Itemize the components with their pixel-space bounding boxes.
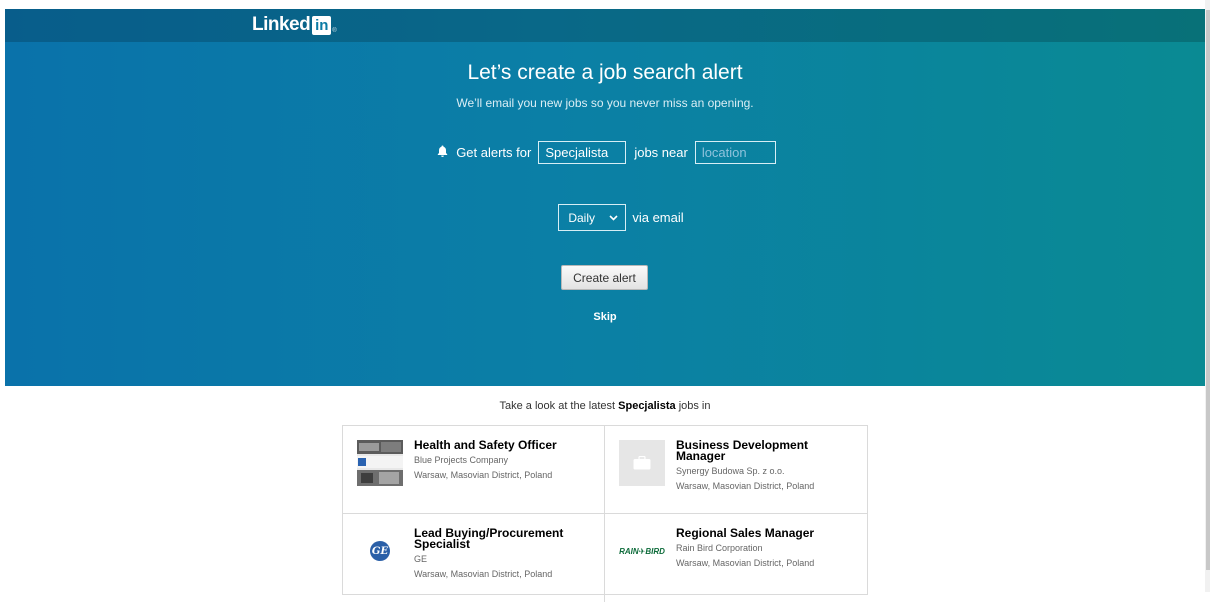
logo-in-badge: in <box>312 15 332 35</box>
job-company: Rain Bird Corporation <box>676 543 763 553</box>
job-company: GE <box>414 554 428 564</box>
jobs-near-label: jobs near <box>634 145 688 160</box>
page-title: Let’s create a job search alert <box>467 61 743 84</box>
rain-bird-logo-text: RAIN✈BIRD <box>619 546 665 556</box>
job-location: Warsaw, Masovian District, Poland <box>676 558 815 568</box>
job-card[interactable]: GE Lead Buying/Procurement Specialist GE… <box>343 514 605 602</box>
job-card[interactable]: Business Development Manager Synergy Bud… <box>605 426 867 514</box>
job-card-info: Lead Buying/Procurement Specialist GE Wa… <box>414 527 594 579</box>
ge-logo: GE <box>357 528 403 574</box>
keyword-input[interactable]: Specjalista <box>538 141 627 164</box>
location-input[interactable]: location <box>694 141 776 164</box>
bell-icon <box>437 145 448 160</box>
chevron-down-icon <box>609 212 618 224</box>
job-title[interactable]: Regional Sales Manager <box>676 527 856 539</box>
latest-keyword: Specjalista <box>618 400 676 412</box>
via-email-label: via email <box>632 210 684 225</box>
job-company: Synergy Budowa Sp. z o.o. <box>676 466 785 476</box>
alert-hero: Linked in ® Let’s create a job search al… <box>5 9 1205 386</box>
job-title[interactable]: Business Development Manager <box>676 439 856 462</box>
latest-suffix: jobs in <box>678 400 711 412</box>
rain-bird-logo: RAIN✈BIRD <box>619 528 665 574</box>
alert-criteria-row: Get alerts for Specjalista jobs near loc… <box>5 141 1205 164</box>
page-subtitle: We’ll email you new jobs so you never mi… <box>456 96 754 110</box>
job-card-info: Regional Sales Manager Rain Bird Corpora… <box>676 527 856 568</box>
get-alerts-label: Get alerts for <box>456 145 532 160</box>
ge-logo-mark: GE <box>370 541 390 561</box>
scrollbar-thumb[interactable] <box>1206 10 1210 570</box>
job-card-info: Health and Safety Officer Blue Projects … <box>414 439 594 480</box>
top-nav-bar: Linked in ® <box>5 9 1205 42</box>
job-card[interactable]: RAIN✈BIRD Regional Sales Manager Rain Bi… <box>605 514 867 602</box>
briefcase-icon <box>619 440 665 486</box>
frequency-selected-value: Daily <box>568 210 596 225</box>
frequency-select[interactable]: Daily <box>558 204 627 231</box>
latest-prefix: Take a look at the latest <box>499 400 616 412</box>
job-company: Blue Projects Company <box>414 455 509 465</box>
frequency-row: Daily via email <box>5 204 1205 231</box>
linkedin-logo[interactable]: Linked in ® <box>252 13 337 37</box>
job-card-info: Business Development Manager Synergy Bud… <box>676 439 856 491</box>
logo-wordmark: Linked <box>252 14 311 35</box>
job-location: Warsaw, Masovian District, Poland <box>414 470 553 480</box>
skip-link[interactable]: Skip <box>5 311 1205 323</box>
job-location: Warsaw, Masovian District, Poland <box>676 481 815 491</box>
logo-registered-mark: ® <box>332 28 337 34</box>
page-scrollbar[interactable] <box>1205 0 1210 592</box>
create-alert-button[interactable]: Create alert <box>561 265 648 290</box>
latest-jobs-heading: Take a look at the latest Specjalista jo… <box>0 400 1210 412</box>
job-title[interactable]: Health and Safety Officer <box>414 439 594 451</box>
job-card[interactable]: Health and Safety Officer Blue Projects … <box>343 426 605 514</box>
job-title[interactable]: Lead Buying/Procurement Specialist <box>414 527 594 550</box>
blue-projects-logo <box>357 440 403 486</box>
job-cards-grid: Health and Safety Officer Blue Projects … <box>342 425 868 602</box>
job-location: Warsaw, Masovian District, Poland <box>414 569 553 579</box>
